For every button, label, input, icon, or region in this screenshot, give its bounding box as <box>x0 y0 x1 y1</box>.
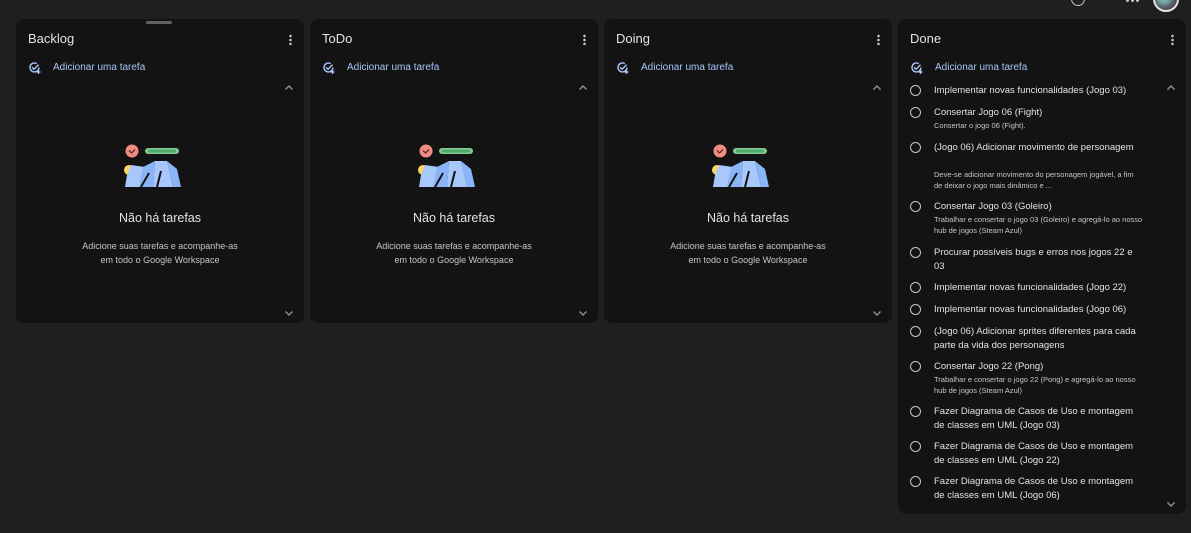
help-icon[interactable] <box>1071 0 1085 6</box>
complete-task-radio[interactable] <box>910 441 921 452</box>
apps-grid-icon[interactable] <box>1125 0 1139 4</box>
scroll-down-icon[interactable] <box>578 308 588 318</box>
task-title: Implementar novas funcionalidades (Jogo … <box>934 85 1127 96</box>
task-title: (Jogo 06) Adicionar sprites diferentes p… <box>934 326 1136 351</box>
scroll-up-icon[interactable] <box>1166 83 1176 93</box>
scroll-down-icon[interactable] <box>284 308 294 318</box>
complete-task-radio[interactable] <box>910 304 921 315</box>
complete-task-radio[interactable] <box>910 361 921 372</box>
column-title: Doing <box>616 31 650 46</box>
column-title: Backlog <box>28 31 75 46</box>
complete-task-radio[interactable] <box>910 476 921 487</box>
add-task-label: Adicionar uma tarefa <box>53 61 146 73</box>
add-task-icon <box>910 61 923 74</box>
column-done: Done Adicionar uma tarefa Implementar no… <box>898 19 1186 514</box>
task-notes: Deve-se adicionar movimento do personage… <box>934 170 1134 190</box>
complete-task-radio[interactable] <box>910 201 921 212</box>
empty-tasks-illustration <box>121 143 185 191</box>
avatar[interactable] <box>1153 0 1179 12</box>
top-bar <box>0 0 1191 14</box>
task-title: Implementar novas funcionalidades (Jogo … <box>934 282 1127 293</box>
more-vert-icon[interactable] <box>289 34 292 45</box>
task-title: Consertar Jogo 03 (Goleiro) <box>934 201 1052 212</box>
add-task-button[interactable]: Adicionar uma tarefa <box>616 59 733 75</box>
add-task-label: Adicionar uma tarefa <box>935 61 1028 73</box>
empty-tasks-illustration <box>709 143 773 191</box>
scroll-up-icon[interactable] <box>578 83 588 93</box>
complete-task-radio[interactable] <box>910 282 921 293</box>
complete-task-radio[interactable] <box>910 326 921 337</box>
column-title: ToDo <box>322 31 353 46</box>
complete-task-radio[interactable] <box>910 142 921 153</box>
complete-task-radio[interactable] <box>910 85 921 96</box>
empty-state-description: Adicione suas tarefas e acompanhe-as em … <box>376 241 532 265</box>
add-task-icon <box>322 61 335 74</box>
complete-task-radio[interactable] <box>910 406 921 417</box>
complete-task-radio[interactable] <box>910 247 921 258</box>
more-vert-icon[interactable] <box>583 34 586 45</box>
task-notes: Consertar o jogo 06 (Fight). <box>934 121 1026 130</box>
task-title: Fazer Diagrama de Casos de Uso e montage… <box>934 406 1134 431</box>
empty-state-title: Não há tarefas <box>707 211 789 225</box>
task-title: Fazer Diagrama de Casos de Uso e montage… <box>934 476 1134 501</box>
empty-tasks-illustration <box>415 143 479 191</box>
add-task-button[interactable]: Adicionar uma tarefa <box>322 59 439 75</box>
task-title: Consertar Jogo 06 (Fight) <box>934 107 1043 118</box>
task-notes: Trabalhar e consertar o jogo 03 (Goleiro… <box>934 215 1143 235</box>
empty-state-description: Adicione suas tarefas e acompanhe-as em … <box>670 241 826 265</box>
add-task-label: Adicionar uma tarefa <box>641 61 734 73</box>
task-title: Implementar novas funcionalidades (Jogo … <box>934 304 1127 315</box>
empty-state-title: Não há tarefas <box>119 211 201 225</box>
column-title: Done <box>910 31 942 46</box>
complete-task-radio[interactable] <box>910 107 921 118</box>
task-title: Procurar possíveis bugs e erros nos jogo… <box>934 247 1133 272</box>
column-doing: Doing Adicionar uma tarefa Não há tarefa… <box>604 19 892 323</box>
add-task-label: Adicionar uma tarefa <box>347 61 440 73</box>
add-task-icon <box>616 61 629 74</box>
scroll-down-icon[interactable] <box>1166 499 1176 509</box>
drag-handle[interactable] <box>146 21 172 24</box>
more-vert-icon[interactable] <box>1171 34 1174 45</box>
scroll-up-icon[interactable] <box>872 83 882 93</box>
task-notes: Trabalhar e consertar o jogo 22 (Pong) e… <box>934 375 1136 395</box>
task-title: Consertar Jogo 22 (Pong) <box>934 361 1044 372</box>
add-task-button[interactable]: Adicionar uma tarefa <box>28 59 145 75</box>
scroll-up-icon[interactable] <box>284 83 294 93</box>
add-task-button[interactable]: Adicionar uma tarefa <box>910 59 1027 75</box>
scroll-down-icon[interactable] <box>872 308 882 318</box>
add-task-icon <box>28 61 41 74</box>
column-backlog: Backlog Adicionar uma tarefa Não há tare… <box>16 19 304 323</box>
task-title: (Jogo 06) Adicionar movimento de persona… <box>934 142 1134 153</box>
empty-state-title: Não há tarefas <box>413 211 495 225</box>
column-todo: ToDo Adicionar uma tarefa Não há tarefas… <box>310 19 598 323</box>
more-vert-icon[interactable] <box>877 34 880 45</box>
empty-state-description: Adicione suas tarefas e acompanhe-as em … <box>82 241 238 265</box>
task-title: Fazer Diagrama de Casos de Uso e montage… <box>934 441 1134 466</box>
